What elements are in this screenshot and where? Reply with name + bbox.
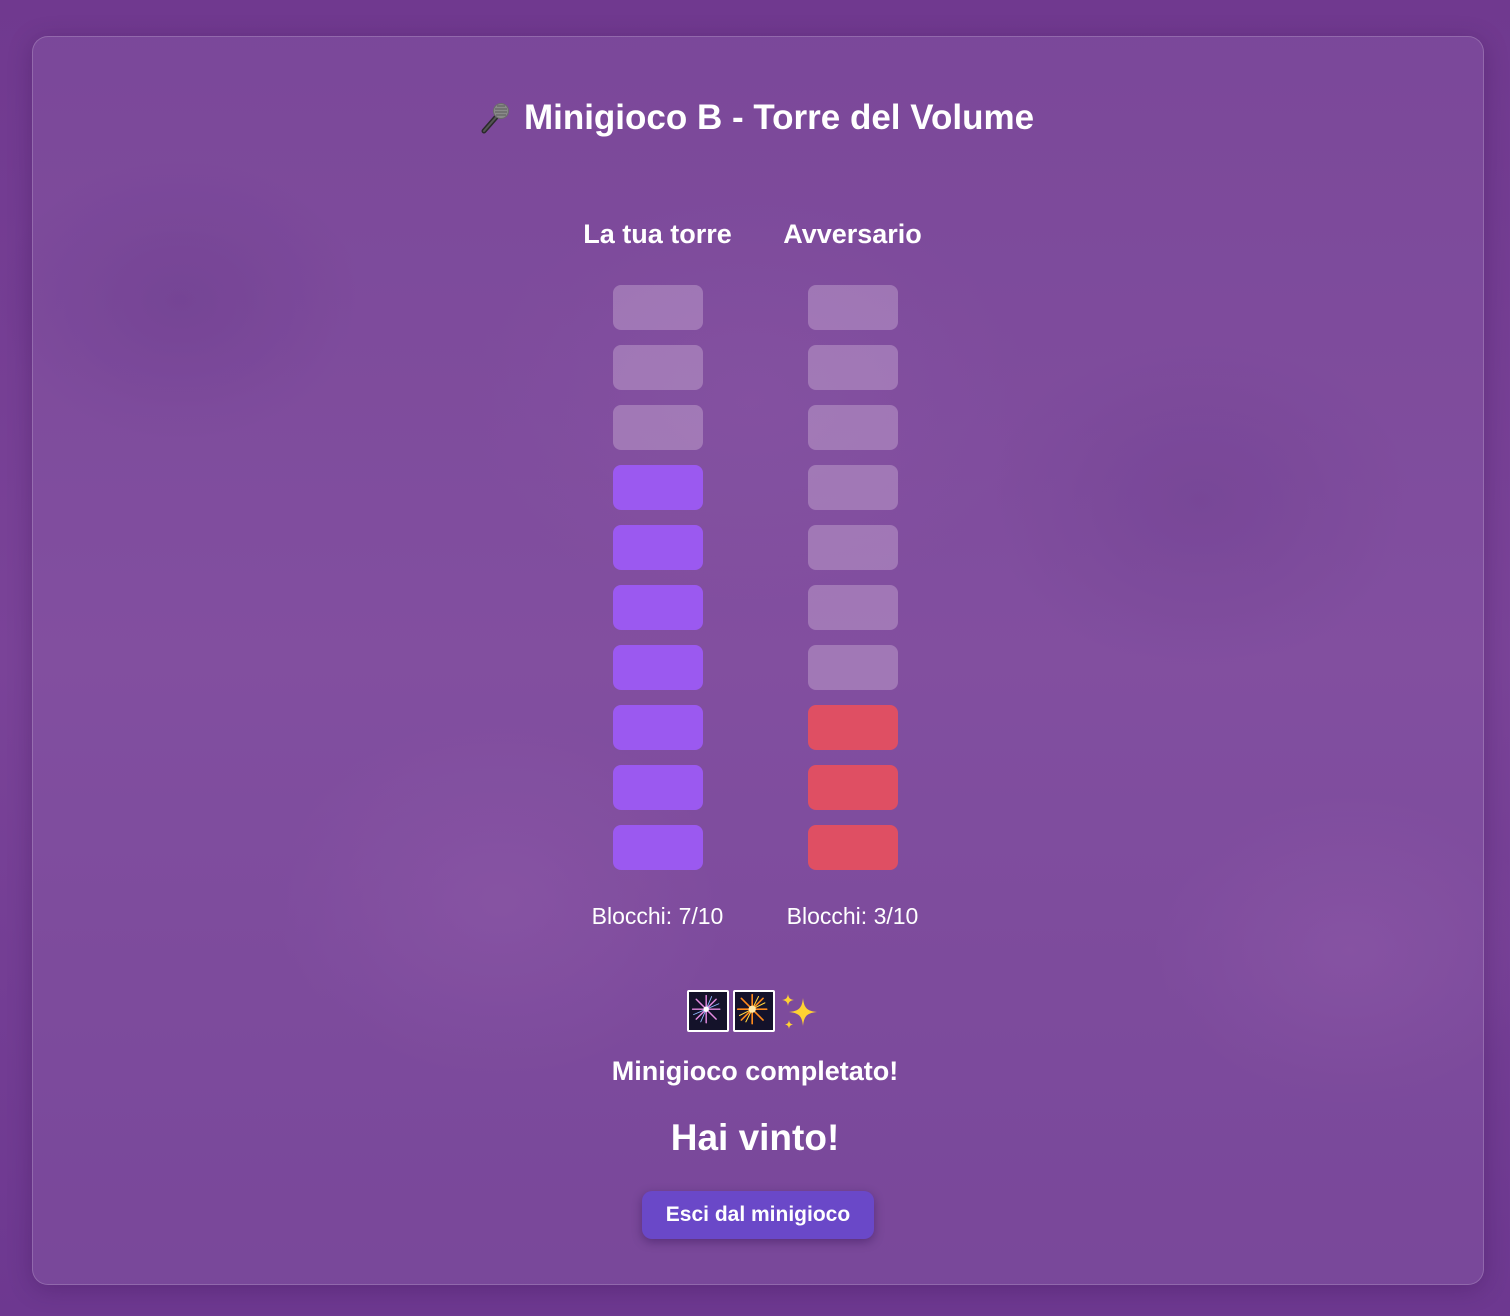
fireworks-icon (687, 990, 729, 1032)
opponent-tower-block-6-empty (807, 525, 898, 570)
player-tower-block-9-empty (612, 345, 703, 390)
player-tower-block-2-filled (612, 765, 703, 810)
opponent-tower-blocks (807, 285, 898, 870)
completed-message: Minigioco completato! (611, 1056, 899, 1086)
player-tower: La tua torre Blocchi: 7/10 (583, 214, 733, 930)
player-tower-block-1-filled (612, 825, 703, 870)
opponent-tower-block-2-filled (807, 765, 898, 810)
opponent-tower-block-7-empty (807, 465, 898, 510)
title-text: Minigioco B - Torre del Volume (523, 98, 1035, 137)
player-tower-block-10-empty (612, 285, 703, 330)
opponent-tower-heading: Avversario (783, 219, 922, 249)
firework-burst-icon (733, 990, 775, 1032)
player-tower-block-5-filled (612, 585, 703, 630)
player-tower-block-4-filled (612, 645, 703, 690)
exit-minigame-button[interactable]: Esci dal minigioco (642, 1191, 874, 1239)
opponent-tower-block-3-filled (807, 705, 898, 750)
opponent-tower: Avversario Blocchi: 3/10 (778, 214, 928, 930)
opponent-tower-block-10-empty (807, 285, 898, 330)
player-block-count: Blocchi: 7/10 (591, 903, 724, 929)
opponent-block-count: Blocchi: 3/10 (786, 903, 919, 929)
result-message: Hai vinto! (670, 1117, 840, 1158)
page-title: Minigioco B - Torre del Volume (0, 98, 1510, 138)
player-tower-blocks (612, 285, 703, 870)
player-tower-heading: La tua torre (583, 219, 732, 249)
celebration-icons (0, 990, 1510, 1034)
microphone-icon (476, 99, 514, 137)
opponent-tower-block-4-empty (807, 645, 898, 690)
opponent-tower-block-8-empty (807, 405, 898, 450)
player-tower-block-8-empty (612, 405, 703, 450)
sparkles-icon (779, 990, 823, 1034)
towers-area: La tua torre Blocchi: 7/10 Avversario Bl… (0, 214, 1510, 930)
player-tower-block-6-filled (612, 525, 703, 570)
opponent-tower-block-9-empty (807, 345, 898, 390)
opponent-tower-block-5-empty (807, 585, 898, 630)
player-tower-block-3-filled (612, 705, 703, 750)
player-tower-block-7-filled (612, 465, 703, 510)
opponent-tower-block-1-filled (807, 825, 898, 870)
